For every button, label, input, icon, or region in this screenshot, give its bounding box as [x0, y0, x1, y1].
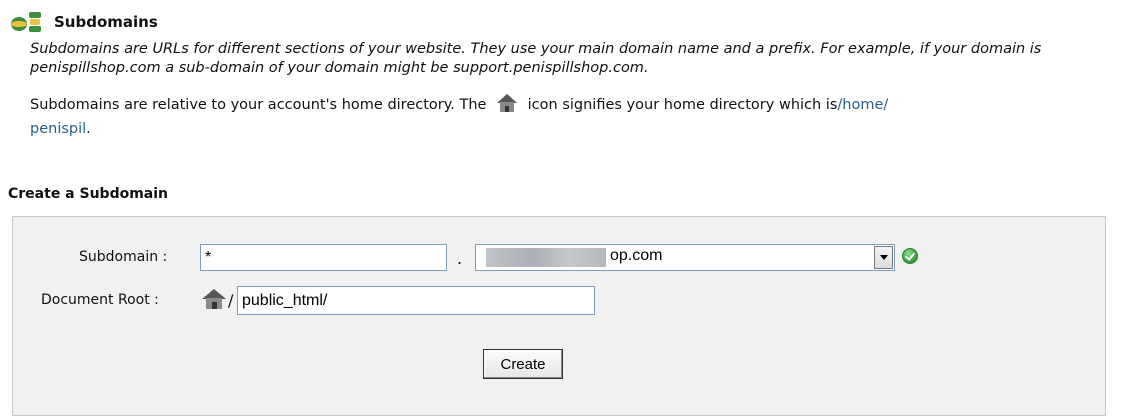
- create-subdomain-heading: Create a Subdomain: [8, 186, 169, 202]
- checkmark-icon: [902, 248, 918, 264]
- page-title: Subdomains: [54, 13, 158, 31]
- document-root-input[interactable]: [237, 286, 595, 315]
- page-header: Subdomains: [8, 10, 158, 34]
- domain-select[interactable]: op.com: [475, 244, 895, 271]
- subdomain-input[interactable]: [200, 244, 447, 271]
- chevron-down-icon[interactable]: [874, 246, 893, 269]
- home-note-period: .: [86, 121, 91, 137]
- subdomain-label: Subdomain :: [79, 249, 168, 265]
- domain-select-value: op.com: [610, 247, 663, 264]
- home-note-text-before: Subdomains are relative to your account'…: [30, 97, 487, 113]
- home-directory-note: Subdomains are relative to your account'…: [30, 92, 1120, 141]
- docroot-slash: /: [228, 291, 234, 310]
- redacted-domain-prefix: [486, 248, 606, 267]
- subdomains-icon: [8, 10, 48, 34]
- create-subdomain-panel: Subdomain : . op.com Document Root : / C…: [12, 216, 1106, 416]
- home-icon: [495, 92, 519, 114]
- home-icon: [200, 287, 228, 311]
- create-button[interactable]: Create: [483, 349, 563, 379]
- intro-description: Subdomains are URLs for different sectio…: [30, 41, 1042, 76]
- home-note-text-after: icon signifies your home directory which…: [527, 97, 838, 113]
- document-root-label: Document Root :: [41, 292, 159, 308]
- dot-separator: .: [457, 249, 463, 268]
